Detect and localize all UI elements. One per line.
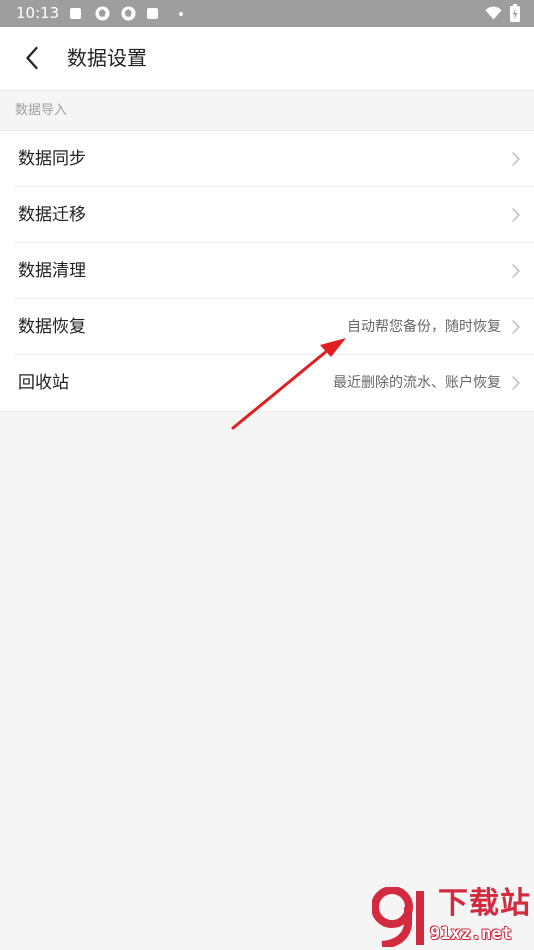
chevron-left-icon <box>26 46 38 70</box>
chevron-right-icon <box>512 264 520 278</box>
page-title: 数据设置 <box>67 46 147 70</box>
settings-item-recycle-bin[interactable]: 回收站 最近删除的流水、账户恢复 <box>0 355 534 411</box>
settings-item-label: 数据迁移 <box>18 205 86 225</box>
status-time: 10:13 <box>16 4 60 22</box>
settings-item-label: 数据恢复 <box>18 317 86 337</box>
square-notification-icon <box>70 8 81 19</box>
notification-icons <box>70 6 183 21</box>
app-bar: 数据设置 <box>0 27 534 91</box>
watermark: 下载站 91xz.net <box>372 885 532 949</box>
chevron-right-icon <box>512 152 520 166</box>
status-bar: 10:13 <box>0 0 534 27</box>
settings-item-label: 数据同步 <box>18 149 86 169</box>
settings-item-data-cleanup[interactable]: 数据清理 <box>0 243 534 299</box>
chevron-right-icon <box>512 320 520 334</box>
settings-item-data-sync[interactable]: 数据同步 <box>0 131 534 187</box>
aperture-icon <box>95 6 110 21</box>
settings-list: 数据同步 数据迁移 数据清理 数据恢复 自动帮您备份，随时恢复 回收站 最近删除… <box>0 130 534 412</box>
system-icons <box>485 4 520 22</box>
chevron-right-icon <box>512 376 520 390</box>
back-button[interactable] <box>12 38 52 78</box>
section-header: 数据导入 <box>15 103 68 118</box>
watermark-url: 91xz.net <box>430 924 512 944</box>
square-notification-icon <box>147 8 158 19</box>
settings-item-subtitle: 最近删除的流水、账户恢复 <box>333 375 501 391</box>
settings-item-subtitle: 自动帮您备份，随时恢复 <box>347 319 501 335</box>
settings-item-data-restore[interactable]: 数据恢复 自动帮您备份，随时恢复 <box>0 299 534 355</box>
chevron-right-icon <box>512 208 520 222</box>
aperture-icon <box>121 6 136 21</box>
wifi-icon <box>485 6 502 20</box>
watermark-title: 下载站 <box>438 886 531 921</box>
watermark-logo <box>372 887 424 947</box>
settings-item-label: 数据清理 <box>18 261 86 281</box>
dot-icon <box>179 11 183 16</box>
battery-charging-icon <box>510 4 520 22</box>
settings-item-data-migration[interactable]: 数据迁移 <box>0 187 534 243</box>
settings-item-label: 回收站 <box>18 373 69 393</box>
